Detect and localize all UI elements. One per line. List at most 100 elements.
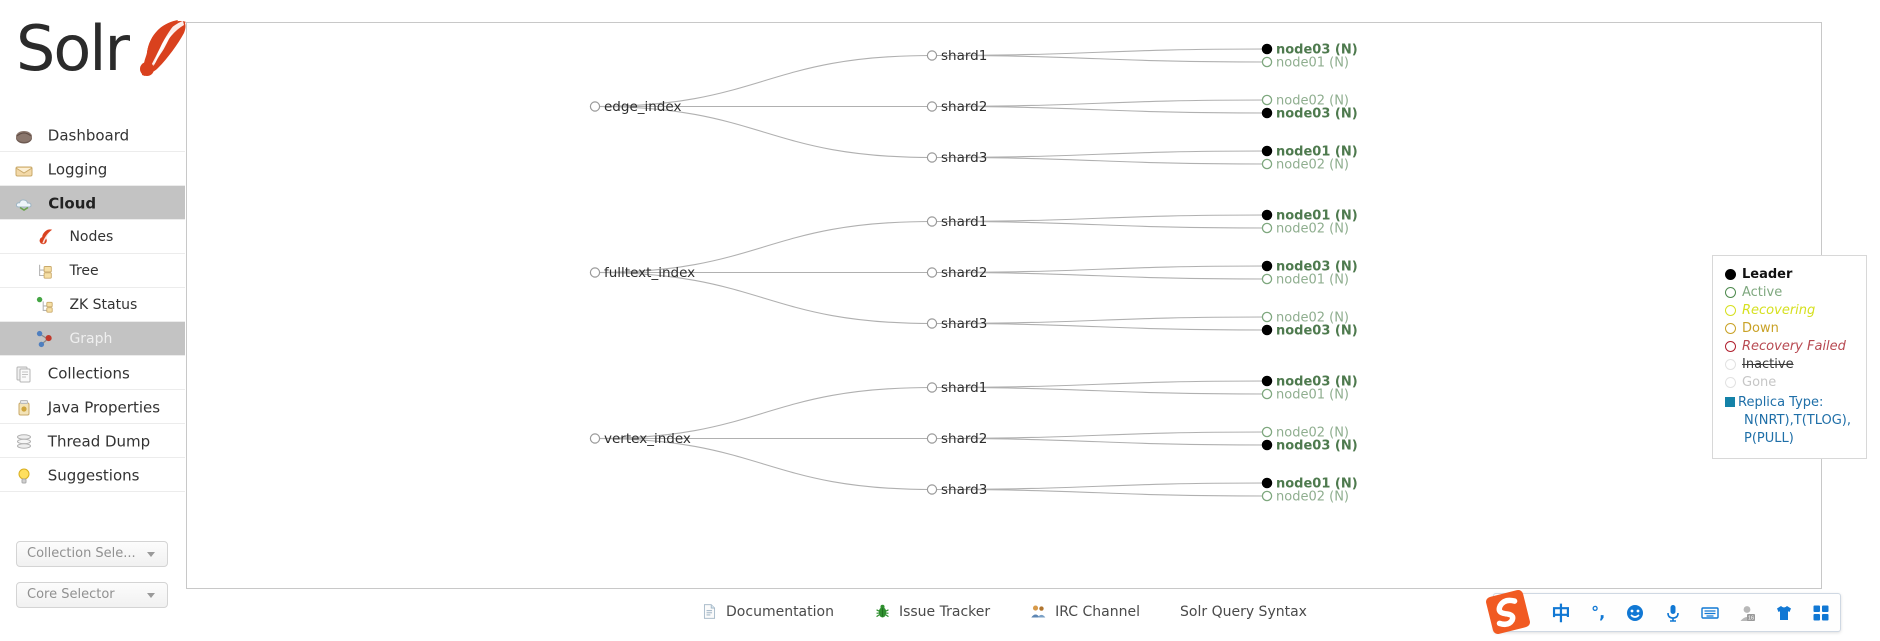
java-icon [14, 396, 36, 418]
shard-node[interactable] [926, 484, 938, 495]
collection-node[interactable] [589, 267, 601, 278]
shard-label[interactable]: shard1 [941, 48, 987, 64]
emoji-button[interactable] [1617, 594, 1654, 632]
replica-label[interactable]: node02 (N) [1276, 222, 1349, 237]
replica-leader-marker[interactable] [1261, 43, 1273, 55]
footer-link-solr-query-syntax[interactable]: Solr Query Syntax [1180, 604, 1307, 620]
replica-label[interactable]: node02 (N) [1276, 490, 1349, 505]
grid-icon [1813, 605, 1829, 620]
replica-leader-marker[interactable] [1261, 477, 1273, 489]
sidebar-item-tree[interactable]: Tree [0, 254, 185, 288]
legend-label: Inactive [1742, 357, 1794, 372]
legend-label: Down [1742, 321, 1779, 336]
footer-link-issue-tracker[interactable]: Issue Tracker [874, 603, 990, 621]
collection-node[interactable] [589, 101, 601, 112]
sidebar-item-nodes[interactable]: Nodes [0, 220, 185, 254]
footer-link-irc-channel[interactable]: IRC Channel [1030, 603, 1140, 621]
shard-node[interactable] [926, 382, 938, 393]
legend-row: Inactive [1725, 356, 1856, 374]
replica-active-marker[interactable] [1261, 311, 1273, 323]
sidebar-item-cloud[interactable]: Cloud [0, 186, 185, 220]
punctuation-label: °, [1591, 603, 1606, 622]
legend-replica-type-row: Replica Type: N(NRT),T(TLOG), P(PULL) [1725, 394, 1856, 448]
replica-label[interactable]: node03 (N) [1276, 324, 1358, 339]
toolbox-button[interactable] [1803, 594, 1840, 632]
soft-keyboard-button[interactable] [1691, 594, 1728, 632]
user-account-button[interactable]: 16 [1728, 594, 1765, 632]
cloud-graph[interactable]: node03 (N) node01 (N) shard1 node02 (N) node… [187, 23, 1821, 588]
chinese-mode-button[interactable]: 中 [1542, 594, 1579, 632]
collection-selector[interactable]: Collection Sele... [16, 541, 168, 567]
svg-text:16: 16 [1748, 615, 1754, 621]
replica-active-marker[interactable] [1261, 426, 1273, 438]
replica-active-marker[interactable] [1261, 56, 1273, 68]
replica-label[interactable]: node01 (N) [1276, 273, 1349, 288]
shard-label[interactable]: shard3 [941, 150, 987, 166]
sidebar-item-thread-dump[interactable]: Thread Dump [0, 424, 185, 458]
replica-label[interactable]: node03 (N) [1276, 107, 1358, 122]
sidebar-item-java-properties[interactable]: Java Properties [0, 390, 185, 424]
sidebar-item-collections[interactable]: Collections [0, 356, 185, 390]
logging-icon [14, 158, 36, 180]
replica-label[interactable]: node02 (N) [1276, 158, 1349, 173]
shard-label[interactable]: shard2 [941, 265, 987, 281]
footer-link-label: IRC Channel [1055, 604, 1141, 620]
collection-label[interactable]: fulltext_index [604, 265, 695, 281]
replica-leader-marker[interactable] [1261, 260, 1273, 272]
shard-label[interactable]: shard3 [941, 316, 987, 332]
sidebar-item-zk-status[interactable]: ZK Status [0, 288, 185, 322]
collection-label[interactable]: edge_index [604, 99, 681, 115]
sidebar-item-suggestions[interactable]: Suggestions [0, 458, 185, 492]
sogou-logo-icon[interactable] [1484, 588, 1532, 636]
replica-active-marker[interactable] [1261, 273, 1273, 285]
shard-label[interactable]: shard3 [941, 482, 987, 498]
user-icon: 16 [1740, 605, 1755, 621]
shard-label[interactable]: shard2 [941, 99, 987, 115]
chinese-mode-label: 中 [1551, 603, 1571, 625]
shard-node[interactable] [926, 318, 938, 329]
replica-active-marker[interactable] [1261, 158, 1273, 170]
shard-node[interactable] [926, 50, 938, 61]
replica-leader-marker[interactable] [1261, 375, 1273, 387]
replica-leader-marker[interactable] [1261, 145, 1273, 157]
core-selector[interactable]: Core Selector [16, 582, 168, 608]
replica-active-marker[interactable] [1261, 222, 1273, 234]
footer-link-label: Issue Tracker [898, 604, 991, 620]
voice-input-button[interactable] [1654, 594, 1691, 632]
replica-label[interactable]: node01 (N) [1276, 388, 1349, 403]
replica-leader-marker[interactable] [1261, 209, 1273, 221]
replica-leader-marker[interactable] [1261, 107, 1273, 119]
solr-logo[interactable]: Solr [16, 12, 186, 90]
emoji-icon [1627, 604, 1644, 621]
sidebar-item-dashboard[interactable]: Dashboard [0, 118, 185, 152]
replica-label[interactable]: node03 (N) [1276, 439, 1358, 454]
replica-active-marker[interactable] [1261, 490, 1273, 502]
skin-button[interactable] [1766, 594, 1803, 632]
replica-label[interactable]: node01 (N) [1276, 56, 1349, 71]
shard-node[interactable] [926, 101, 938, 112]
sidebar-item-logging[interactable]: Logging [0, 152, 185, 186]
replica-active-marker[interactable] [1261, 388, 1273, 400]
replica-leader-marker[interactable] [1261, 439, 1273, 451]
collection-node[interactable] [589, 433, 601, 444]
footer-link-documentation[interactable]: Documentation [701, 603, 834, 621]
sidebar-item-label: Tree [69, 263, 99, 279]
sogou-ime-toolbar[interactable]: 中 °, 16 [1493, 593, 1841, 632]
shard-node[interactable] [926, 267, 938, 278]
shard-node[interactable] [926, 433, 938, 444]
punctuation-button[interactable]: °, [1580, 594, 1617, 632]
replica-active-marker[interactable] [1261, 94, 1273, 106]
shirt-icon [1777, 605, 1792, 620]
shard-label[interactable]: shard1 [941, 380, 987, 396]
sidebar: Solr Dashboard Logging Cloud Nodes Tree … [0, 0, 186, 641]
tree-icon [36, 259, 58, 281]
sidebar-item-graph[interactable]: Graph [0, 322, 185, 356]
collection-label[interactable]: vertex_index [604, 431, 691, 447]
shard-node[interactable] [926, 152, 938, 163]
legend-row: Recovery Failed [1725, 338, 1856, 356]
shard-node[interactable] [926, 216, 938, 227]
replica-leader-marker[interactable] [1261, 324, 1273, 336]
legend-ring-icon [1725, 287, 1736, 298]
shard-label[interactable]: shard1 [941, 214, 987, 230]
shard-label[interactable]: shard2 [941, 431, 987, 447]
